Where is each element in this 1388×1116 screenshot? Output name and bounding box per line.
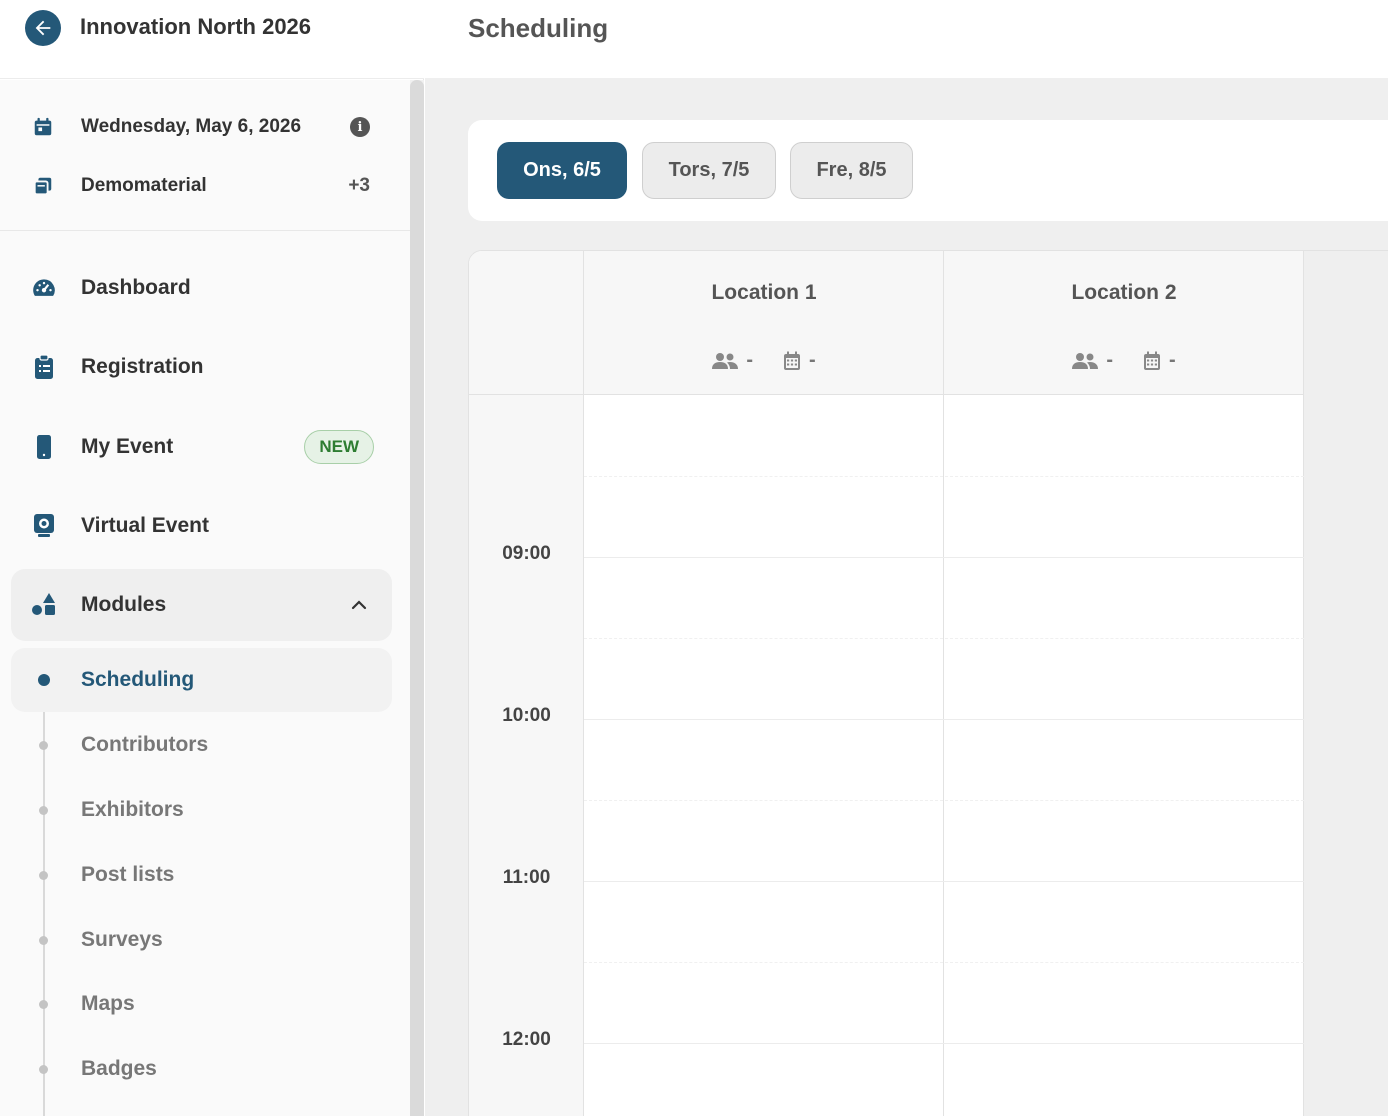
sub-label: Exhibitors [81, 798, 184, 821]
bullet [38, 674, 50, 686]
sub-label: Scheduling [81, 668, 195, 691]
sub-label: Maps [81, 992, 135, 1015]
people-icon [712, 352, 739, 369]
nav-item-modules[interactable]: Modules [11, 569, 392, 641]
sidebar-header: Innovation North 2026 [0, 0, 424, 79]
bullet [39, 999, 48, 1009]
hour-line [584, 719, 1304, 720]
slot-line [584, 962, 1304, 963]
time-label: 10:00 [502, 705, 551, 726]
location-name: Location 1 [711, 281, 817, 304]
event-title: Innovation North 2026 [80, 14, 312, 39]
bullet [39, 805, 48, 815]
sidebar: Innovation North 2026 Wednesday, May 6, … [0, 0, 424, 1116]
slot-line [584, 476, 1304, 477]
location-meta: - - [944, 349, 1304, 372]
location-meta: - - [584, 349, 944, 372]
main-header: Scheduling [425, 0, 1388, 78]
nav-label: My Event [81, 435, 174, 458]
nav-label: Modules [81, 593, 167, 616]
location-header-row: Location 1 - - Location 2 - - [584, 251, 1304, 395]
sub-label: Badges [81, 1057, 157, 1080]
sub-item-surveys[interactable]: Surveys [11, 908, 392, 972]
schedule-grid: Location 1 - - Location 2 - - 09:00 10:0… [468, 250, 1388, 1116]
bullet [39, 935, 48, 945]
info-icon: i [350, 117, 370, 137]
day-tab-wed[interactable]: Ons, 6/5 [497, 142, 627, 199]
sub-label: Surveys [81, 928, 163, 951]
calendar-icon [31, 115, 55, 139]
bullet [39, 740, 48, 750]
sub-item-maps[interactable]: Maps [11, 972, 392, 1036]
calendar-icon [784, 351, 800, 370]
location-column-1[interactable] [584, 395, 944, 1116]
sub-item-exhibitors[interactable]: Exhibitors [11, 778, 392, 842]
back-button[interactable] [25, 10, 61, 46]
event-date-row[interactable]: Wednesday, May 6, 2026 i [0, 107, 410, 147]
hour-line [584, 557, 1304, 558]
location-header[interactable]: Location 2 - - [944, 251, 1304, 395]
sub-label: Contributors [81, 733, 209, 756]
nav-label: Virtual Event [81, 514, 209, 537]
grid-empty-area [1304, 251, 1388, 1116]
arrow-left-icon [35, 20, 51, 36]
day-tab-thu[interactable]: Tors, 7/5 [642, 142, 776, 199]
bullet [39, 1064, 48, 1074]
main-content: Ons, 6/5 Tors, 7/5 Fre, 8/5 Location 1 -… [425, 78, 1388, 1116]
sessions-count: - [1169, 349, 1176, 371]
date-info-button[interactable]: i [350, 117, 370, 137]
nav-item-my-event[interactable]: My Event NEW [11, 415, 392, 479]
event-date: Wednesday, May 6, 2026 [81, 116, 302, 137]
location-name: Location 2 [1071, 281, 1177, 304]
day-tab-fri[interactable]: Fre, 8/5 [790, 142, 913, 199]
nav-label: Dashboard [81, 276, 191, 299]
material-label: Demomaterial [81, 175, 207, 196]
material-row[interactable]: Demomaterial +3 [0, 166, 410, 206]
people-icon [1072, 352, 1099, 369]
time-label: 09:00 [502, 543, 551, 564]
sidebar-divider [0, 230, 410, 231]
sidebar-scrollbar[interactable] [410, 80, 424, 1116]
nav-item-dashboard[interactable]: Dashboard [11, 256, 392, 320]
location-header[interactable]: Location 1 - - [584, 251, 944, 395]
sub-item-badges[interactable]: Badges [11, 1037, 392, 1101]
new-badge: NEW [304, 430, 374, 464]
sub-item-scheduling[interactable]: Scheduling [11, 648, 392, 712]
phone-icon [31, 434, 57, 460]
copy-icon [31, 174, 55, 198]
time-label: 11:00 [502, 867, 551, 888]
hour-line [584, 1043, 1304, 1044]
nav-item-virtual-event[interactable]: Virtual Event [11, 494, 392, 558]
slot-line [584, 638, 1304, 639]
day-selector: Ons, 6/5 Tors, 7/5 Fre, 8/5 [468, 120, 1388, 221]
calendar-icon [1144, 351, 1160, 370]
sub-item-post-lists[interactable]: Post lists [11, 843, 392, 907]
bullet [39, 870, 48, 880]
sessions-count: - [809, 349, 816, 371]
time-label: 12:00 [502, 1029, 551, 1050]
sub-item-contributors[interactable]: Contributors [11, 713, 392, 777]
page-title: Scheduling [468, 13, 609, 43]
location-column-2[interactable] [944, 395, 1304, 1116]
gauge-icon [31, 275, 57, 301]
slot-line [584, 800, 1304, 801]
nav-item-registration[interactable]: Registration [11, 335, 392, 399]
material-count: +3 [348, 175, 370, 196]
hour-line [584, 881, 1304, 882]
sub-label: Post lists [81, 863, 175, 886]
webcam-icon [31, 513, 57, 539]
people-count: - [1106, 349, 1113, 371]
chevron-up-icon[interactable] [350, 596, 368, 614]
time-column-header [469, 251, 584, 395]
nav-label: Registration [81, 355, 204, 378]
scrollbar-thumb[interactable] [410, 80, 424, 1116]
people-count: - [746, 349, 753, 371]
shapes-icon [31, 592, 57, 618]
clipboard-icon [31, 354, 57, 380]
